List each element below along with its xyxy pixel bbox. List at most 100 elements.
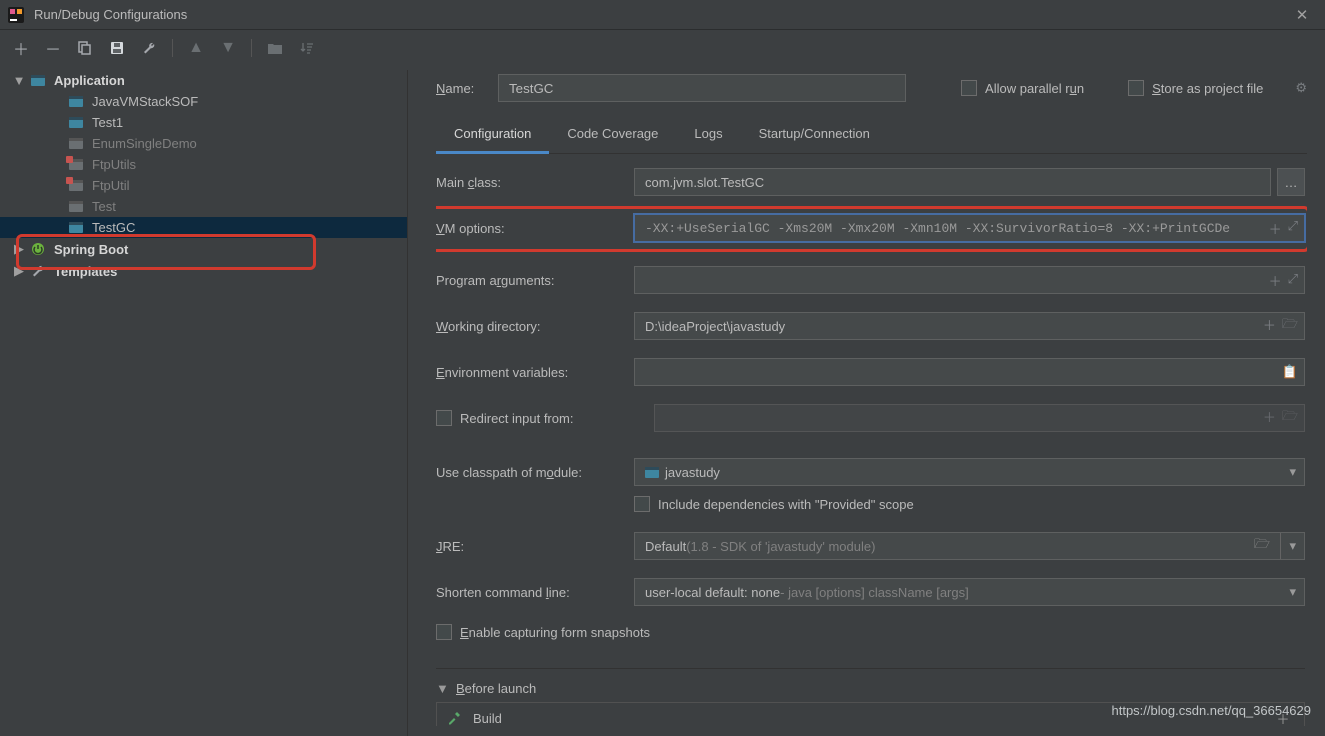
folder-icon[interactable] xyxy=(266,39,284,57)
vm-options-label: VM options: xyxy=(436,221,634,236)
tree-item-label: Test1 xyxy=(92,115,123,130)
jre-row: JRE: Default (1.8 - SDK of 'javastudy' m… xyxy=(436,532,1305,560)
env-vars-row: Environment variables: 📋 xyxy=(436,358,1305,386)
config-item-icon xyxy=(68,116,84,130)
tab-logs[interactable]: Logs xyxy=(676,118,740,153)
tree-item-label: TestGC xyxy=(92,220,135,235)
tree-group-spring-boot[interactable]: ▶ Spring Boot xyxy=(0,238,407,260)
add-icon[interactable]: ＋ xyxy=(1263,407,1276,429)
before-launch-header[interactable]: ▼ Before launch xyxy=(436,681,1305,696)
remove-config-icon[interactable]: － xyxy=(44,39,62,57)
jre-dropdown[interactable]: Default (1.8 - SDK of 'javastudy' module… xyxy=(634,532,1305,560)
move-up-icon[interactable]: ▲ xyxy=(187,39,205,57)
build-task-label: Build xyxy=(473,711,502,726)
caret-right-icon: ▶ xyxy=(12,263,26,279)
add-config-icon[interactable]: ＋ xyxy=(12,39,30,57)
program-args-label: Program arguments: xyxy=(436,273,634,288)
enable-capture-checkbox[interactable]: Enable capturing form snapshots xyxy=(436,624,1285,640)
tree-group-label: Application xyxy=(54,73,125,88)
watermark-text: https://blog.csdn.net/qq_36654629 xyxy=(1112,703,1312,718)
close-icon[interactable]: ✕ xyxy=(1287,4,1317,26)
tabs: Configuration Code Coverage Logs Startup… xyxy=(436,118,1307,154)
checkbox-icon xyxy=(961,80,977,96)
application-group-icon xyxy=(30,74,46,88)
include-provided-row[interactable]: Include dependencies with "Provided" sco… xyxy=(634,496,1305,512)
vm-options-row: VM options: -XX:+UseSerialGC -Xms20M -Xm… xyxy=(436,214,1305,242)
checkbox-icon xyxy=(436,624,452,640)
working-dir-row: Working directory: D:\ideaProject\javast… xyxy=(436,312,1305,340)
separator xyxy=(172,39,173,57)
config-item-icon xyxy=(68,95,84,109)
toolbar: ＋ － ▲ ▼ xyxy=(0,30,1325,70)
env-vars-input[interactable]: 📋 xyxy=(634,358,1305,386)
tree-item[interactable]: EnumSingleDemo xyxy=(0,133,407,154)
expand-icon[interactable]: ⤢ xyxy=(1288,271,1298,290)
working-dir-input[interactable]: D:\ideaProject\javastudy ＋🗁 xyxy=(634,312,1305,340)
copy-config-icon[interactable] xyxy=(76,39,94,57)
tree-item-label: FtpUtils xyxy=(92,157,136,172)
sort-icon[interactable] xyxy=(298,39,316,57)
caret-down-icon: ▼ xyxy=(12,73,26,88)
tree-item[interactable]: Test1 xyxy=(0,112,407,133)
allow-parallel-checkbox[interactable]: Allow parallel run xyxy=(961,80,1084,96)
redirect-input-path: ＋🗁 xyxy=(654,404,1305,432)
list-icon[interactable]: 📋 xyxy=(1282,364,1298,380)
main-area: ▼ Application JavaVMStackSOF Test1 EnumS… xyxy=(0,70,1325,736)
spring-boot-icon xyxy=(30,242,46,256)
folder-open-icon[interactable]: 🗁 xyxy=(1282,407,1298,429)
env-vars-label: Environment variables: xyxy=(436,365,634,380)
config-item-icon xyxy=(68,221,84,235)
main-class-row: Main class: com.jvm.slot.TestGC … xyxy=(436,168,1305,196)
tab-code-coverage[interactable]: Code Coverage xyxy=(549,118,676,153)
move-down-icon[interactable]: ▼ xyxy=(219,39,237,57)
vm-options-input[interactable]: -XX:+UseSerialGC -Xms20M -Xmx20M -Xmn10M… xyxy=(634,214,1305,242)
config-tree-panel: ▼ Application JavaVMStackSOF Test1 EnumS… xyxy=(0,70,408,736)
gear-icon[interactable]: ⚙ xyxy=(1295,80,1307,96)
tree-item[interactable]: JavaVMStackSOF xyxy=(0,91,407,112)
shorten-label: Shorten command line: xyxy=(436,585,634,600)
shorten-dropdown[interactable]: user-local default: none - java [options… xyxy=(634,578,1305,606)
tab-startup-connection[interactable]: Startup/Connection xyxy=(741,118,888,153)
main-class-input[interactable]: com.jvm.slot.TestGC xyxy=(634,168,1271,196)
save-config-icon[interactable] xyxy=(108,39,126,57)
tree-group-application[interactable]: ▼ Application xyxy=(0,70,407,91)
shorten-row: Shorten command line: user-local default… xyxy=(436,578,1305,606)
name-input[interactable] xyxy=(498,74,906,102)
app-logo-icon xyxy=(8,7,24,23)
caret-right-icon: ▶ xyxy=(12,241,26,257)
templates-icon xyxy=(30,264,46,278)
browse-main-class-button[interactable]: … xyxy=(1277,168,1305,196)
store-project-file-checkbox[interactable]: Store as project file xyxy=(1128,80,1263,96)
config-item-error-icon xyxy=(68,158,84,172)
redirect-input-checkbox[interactable]: Redirect input from: xyxy=(436,410,634,426)
caret-down-icon: ▼ xyxy=(436,681,450,696)
expand-icon[interactable]: ⤢ xyxy=(1288,219,1298,238)
module-dropdown[interactable]: javastudy ▾ xyxy=(634,458,1305,486)
add-icon[interactable]: ＋ xyxy=(1269,271,1282,290)
tree-item-label: EnumSingleDemo xyxy=(92,136,197,151)
program-args-row: Program arguments: ＋⤢ xyxy=(436,266,1305,294)
add-icon[interactable]: ＋ xyxy=(1269,219,1282,238)
tab-configuration[interactable]: Configuration xyxy=(436,118,549,154)
folder-open-icon[interactable]: 🗁 xyxy=(1282,315,1298,337)
wrench-icon[interactable] xyxy=(140,39,158,57)
hammer-icon xyxy=(447,711,463,727)
add-icon[interactable]: ＋ xyxy=(1263,315,1276,337)
tree-group-templates[interactable]: ▶ Templates xyxy=(0,260,407,282)
tree-item[interactable]: FtpUtil xyxy=(0,175,407,196)
title-bar: Run/Debug Configurations ✕ xyxy=(0,0,1325,30)
config-item-icon xyxy=(68,137,84,151)
chevron-down-icon: ▾ xyxy=(1280,533,1296,559)
separator xyxy=(251,39,252,57)
redirect-input-row: Redirect input from: ＋🗁 xyxy=(436,404,1305,432)
tree-item[interactable]: FtpUtils xyxy=(0,154,407,175)
tree-item[interactable]: Test xyxy=(0,196,407,217)
tree-group-label: Templates xyxy=(54,264,117,279)
tree-item-selected[interactable]: TestGC xyxy=(0,217,407,238)
folder-open-icon[interactable]: 🗁 xyxy=(1254,535,1270,557)
main-class-label: Main class: xyxy=(436,175,634,190)
program-args-input[interactable]: ＋⤢ xyxy=(634,266,1305,294)
module-label: Use classpath of module: xyxy=(436,465,634,480)
checkbox-icon xyxy=(634,496,650,512)
config-editor-panel: Name: Allow parallel run Store as projec… xyxy=(408,70,1325,736)
